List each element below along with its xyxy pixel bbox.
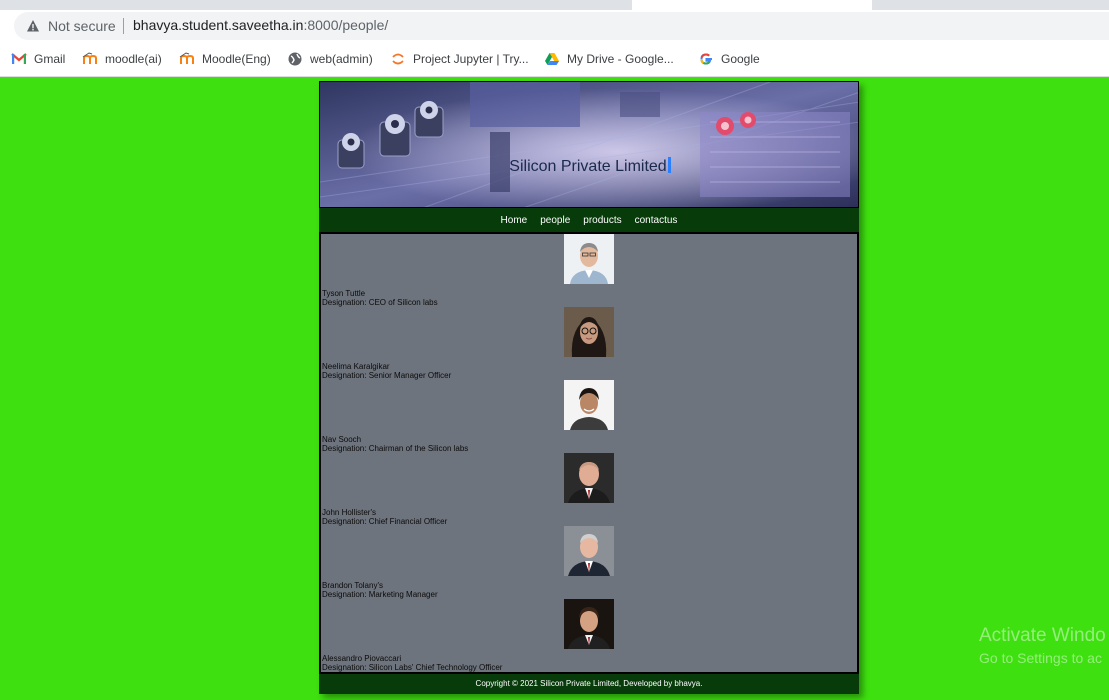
active-tab[interactable] xyxy=(632,0,872,10)
person-photo xyxy=(564,380,614,430)
company-name: Silicon Private Limited xyxy=(509,158,667,175)
text-cursor xyxy=(667,157,671,173)
bookmark-label: My Drive - Google... xyxy=(567,52,674,66)
bookmark-gmail[interactable]: Gmail xyxy=(11,50,65,68)
person-name: Alessandro Piovaccari xyxy=(322,654,402,663)
windows-activation-hint: Go to Settings to ac xyxy=(979,650,1102,666)
url-text[interactable]: bhavya.student.saveetha.in:8000/people/ xyxy=(133,17,388,33)
person-name: Brandon Tolany's xyxy=(322,581,383,590)
person-name: Tyson Tuttle xyxy=(322,289,366,298)
person-designation: Designation: Marketing Manager xyxy=(322,590,438,599)
globe-icon xyxy=(288,52,302,66)
person-designation: Designation: CEO of Silicon labs xyxy=(322,298,438,307)
person-name: Nav Sooch xyxy=(322,435,362,444)
address-bar[interactable]: Not secure bhavya.student.saveetha.in:80… xyxy=(14,12,1109,40)
bookmark-web-admin[interactable]: web(admin) xyxy=(287,50,373,68)
footer-copyright: Copyright © 2021 Silicon Private Limited… xyxy=(319,674,859,694)
security-status[interactable]: Not secure xyxy=(48,18,116,34)
bookmark-google-drive[interactable]: My Drive - Google... xyxy=(544,50,674,68)
nav-products[interactable]: products xyxy=(583,215,621,226)
list-item: Neelima Karalgikar Designation: Senior M… xyxy=(321,307,857,380)
circuit-board-image xyxy=(320,82,858,207)
person-designation: Designation: Chief Financial Officer xyxy=(322,517,448,526)
person-designation: Designation: Chairman of the Silicon lab… xyxy=(322,444,469,453)
bookmark-jupyter[interactable]: Project Jupyter | Try... xyxy=(390,50,529,68)
list-item: Nav Sooch Designation: Chairman of the S… xyxy=(321,380,857,453)
main-nav: Home people products contactus xyxy=(319,208,859,232)
person-designation: Designation: Silicon Labs' Chief Technol… xyxy=(322,663,503,672)
nav-people[interactable]: people xyxy=(540,215,570,226)
list-item: Brandon Tolany's Designation: Marketing … xyxy=(321,526,857,599)
bookmark-label: Gmail xyxy=(34,52,66,66)
windows-activation-watermark: Activate Windo xyxy=(979,625,1106,646)
moodle-icon xyxy=(82,52,97,64)
person-photo xyxy=(564,599,614,649)
bookmark-label: Project Jupyter | Try... xyxy=(413,52,529,66)
bookmark-moodle-ai[interactable]: moodle(ai) xyxy=(82,50,162,68)
person-name: Neelima Karalgikar xyxy=(322,362,390,371)
tab-strip xyxy=(0,0,1109,10)
site-container: Silicon Private Limited Home people prod… xyxy=(319,81,859,694)
bookmark-label: Moodle(Eng) xyxy=(202,52,271,66)
nav-home[interactable]: Home xyxy=(501,215,528,226)
people-list: Tyson Tuttle Designation: CEO of Silicon… xyxy=(319,232,859,674)
company-title: Silicon Private Limited xyxy=(320,157,858,176)
bookmark-google[interactable]: Google xyxy=(698,50,760,68)
jupyter-icon xyxy=(392,53,404,65)
person-photo xyxy=(564,526,614,576)
person-photo xyxy=(564,234,614,284)
url-divider xyxy=(123,18,124,34)
list-item: Tyson Tuttle Designation: CEO of Silicon… xyxy=(321,234,857,307)
bookmark-label: Google xyxy=(721,52,760,66)
bookmark-label: moodle(ai) xyxy=(105,52,162,66)
google-drive-icon xyxy=(545,53,559,65)
url-host: bhavya.student.saveetha.in xyxy=(133,17,304,33)
url-path: :8000/people/ xyxy=(303,17,389,33)
list-item: John Hollister's Designation: Chief Fina… xyxy=(321,453,857,526)
person-designation: Designation: Senior Manager Officer xyxy=(322,371,452,380)
browser-toolbar: Not secure bhavya.student.saveetha.in:80… xyxy=(0,10,1109,42)
warning-icon[interactable] xyxy=(26,19,40,33)
bookmark-label: web(admin) xyxy=(310,52,373,66)
header-banner: Silicon Private Limited xyxy=(319,81,859,208)
list-item: Alessandro Piovaccari Designation: Silic… xyxy=(321,599,857,672)
google-icon xyxy=(700,53,712,65)
nav-contactus[interactable]: contactus xyxy=(635,215,678,226)
bookmark-moodle-eng[interactable]: Moodle(Eng) xyxy=(179,50,271,68)
bookmarks-bar: Gmail moodle(ai) Moodle(Eng) web(admin) … xyxy=(0,42,1109,77)
person-name: John Hollister's xyxy=(322,508,376,517)
person-photo xyxy=(564,453,614,503)
moodle-icon xyxy=(179,52,194,64)
gmail-icon xyxy=(11,53,27,64)
person-photo xyxy=(564,307,614,357)
